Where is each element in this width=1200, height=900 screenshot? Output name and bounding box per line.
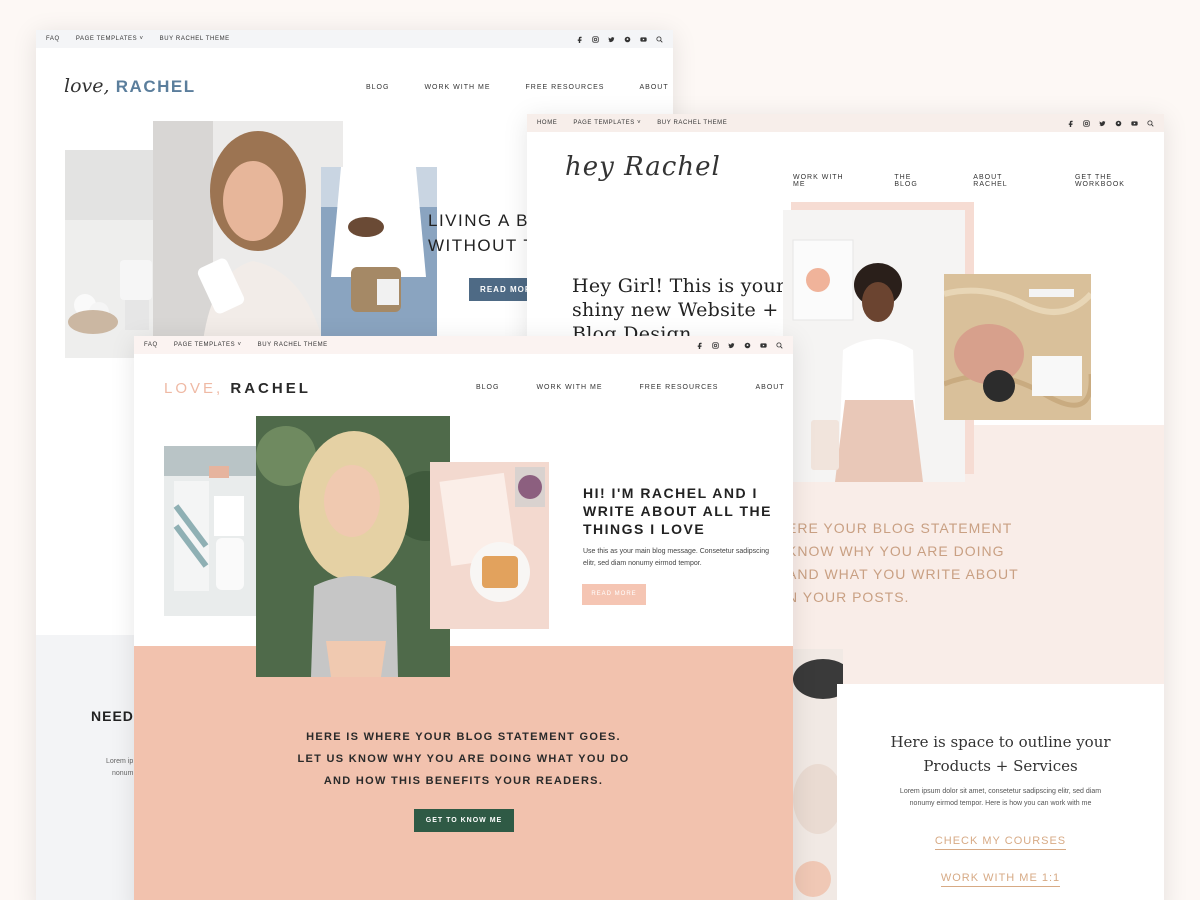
nav-work-with-me[interactable]: WORK WITH ME: [536, 384, 602, 391]
hero-title: HI! I'M RACHEL AND I WRITE ABOUT ALL THE…: [583, 485, 772, 537]
main-nav: BLOG WORK WITH ME FREE RESOURCES ABOUT: [476, 384, 785, 391]
nav-get-workbook[interactable]: GET THE WORKBOOK: [1075, 174, 1164, 188]
instagram-icon[interactable]: [592, 35, 599, 43]
instagram-icon[interactable]: [1083, 119, 1090, 127]
search-icon[interactable]: [1147, 119, 1154, 127]
topbar-link-page-templates[interactable]: PAGE TEMPLATES ˅: [573, 120, 641, 126]
products-description: Lorem ipsum dolor sit amet, consetetur s…: [899, 788, 1102, 807]
main-nav: WORK WITH ME THE BLOG ABOUT RACHEL GET T…: [793, 174, 1164, 188]
photo-blonde-woman: [256, 416, 450, 677]
nav-blog[interactable]: BLOG: [366, 84, 389, 91]
theme-preview-peach: FAQ PAGE TEMPLATES ˅ BUY RACHEL THEME LO…: [134, 336, 793, 900]
nav-free-resources[interactable]: FREE RESOURCES: [640, 384, 719, 391]
nav-about-rachel[interactable]: ABOUT RACHEL: [973, 174, 1039, 188]
photo-woman-tshirt: [783, 210, 965, 482]
facebook-icon[interactable]: [1067, 120, 1074, 127]
youtube-icon[interactable]: [640, 36, 647, 43]
photo-waffle-magazine: [430, 462, 549, 629]
hero-description: Use this as your main blog message. Cons…: [583, 548, 769, 567]
topbar-link-buy-theme[interactable]: BUY RACHEL THEME: [657, 120, 727, 126]
pinterest-icon[interactable]: [1115, 120, 1122, 127]
photo-blurred-flowers: [793, 649, 843, 900]
facebook-icon[interactable]: [696, 342, 703, 349]
check-courses-link[interactable]: CHECK MY COURSES: [837, 835, 1164, 850]
nav-free-resources[interactable]: FREE RESOURCES: [526, 84, 605, 91]
topbar-link-home[interactable]: HOME: [537, 120, 557, 126]
photo-denim-outfit: [321, 167, 437, 337]
nav-blog[interactable]: BLOG: [476, 384, 499, 391]
products-title: Here is space to outline your Products +…: [890, 733, 1111, 775]
twitter-icon[interactable]: [728, 342, 735, 349]
top-bar: FAQ PAGE TEMPLATES ˅ BUY RACHEL THEME: [134, 336, 793, 354]
twitter-icon[interactable]: [1099, 120, 1106, 127]
site-logo[interactable]: LOVE, RACHEL: [164, 380, 311, 397]
topbar-link-page-templates[interactable]: PAGE TEMPLATES ˅: [76, 36, 144, 42]
photo-candle-basket: [65, 150, 160, 358]
instagram-icon[interactable]: [712, 341, 719, 349]
site-logo[interactable]: love, RACHEL: [64, 75, 196, 97]
section-text: Lorem ip nonum: [106, 758, 134, 777]
topbar-link-faq[interactable]: FAQ: [46, 36, 60, 42]
top-bar: FAQ PAGE TEMPLATES ˅ BUY RACHEL THEME: [36, 30, 673, 48]
main-nav: BLOG WORK WITH ME FREE RESOURCES ABOUT: [366, 84, 669, 91]
photo-scrunchies-box: [944, 274, 1091, 420]
section-heading: NEED: [91, 708, 134, 724]
search-icon[interactable]: [776, 341, 783, 349]
twitter-icon[interactable]: [608, 36, 615, 43]
blog-statement: ERE YOUR BLOG STATEMENT KNOW WHY YOU ARE…: [787, 520, 1019, 605]
nav-work-with-me[interactable]: WORK WITH ME: [793, 174, 858, 188]
work-with-me-link[interactable]: WORK WITH ME 1:1: [837, 872, 1164, 887]
topbar-link-faq[interactable]: FAQ: [144, 342, 158, 348]
topbar-link-buy-theme[interactable]: BUY RACHEL THEME: [258, 342, 328, 348]
get-to-know-me-button[interactable]: GET TO KNOW ME: [414, 809, 514, 832]
youtube-icon[interactable]: [1131, 120, 1138, 127]
read-more-button[interactable]: READ MORE: [582, 584, 646, 605]
nav-about[interactable]: ABOUT: [639, 84, 668, 91]
nav-the-blog[interactable]: THE BLOG: [894, 174, 937, 188]
pinterest-icon[interactable]: [624, 36, 631, 43]
youtube-icon[interactable]: [760, 342, 767, 349]
facebook-icon[interactable]: [576, 36, 583, 43]
products-section: Here is space to outline your Products +…: [837, 684, 1164, 900]
photo-woman-smiling: [153, 121, 343, 341]
nav-work-with-me[interactable]: WORK WITH ME: [424, 84, 490, 91]
photo-skincare-products: [164, 446, 264, 616]
search-icon[interactable]: [656, 35, 663, 43]
topbar-link-buy-theme[interactable]: BUY RACHEL THEME: [160, 36, 230, 42]
topbar-link-page-templates[interactable]: PAGE TEMPLATES ˅: [174, 342, 242, 348]
top-bar: HOME PAGE TEMPLATES ˅ BUY RACHEL THEME: [527, 114, 1164, 132]
site-logo[interactable]: hey Rachel: [565, 152, 721, 182]
pinterest-icon[interactable]: [744, 342, 751, 349]
nav-about[interactable]: ABOUT: [755, 384, 784, 391]
blog-statement: HERE IS WHERE YOUR BLOG STATEMENT GOES. …: [297, 731, 630, 787]
